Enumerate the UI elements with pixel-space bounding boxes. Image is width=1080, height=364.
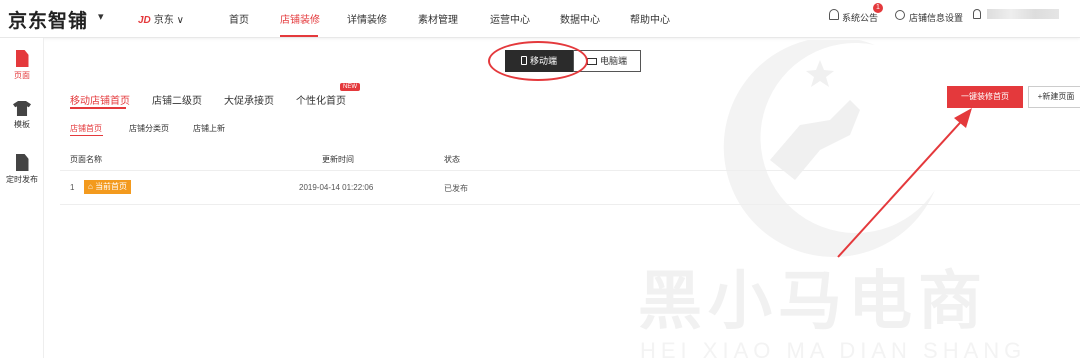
notice-count-badge: 1 xyxy=(873,3,883,13)
nav-home[interactable]: 首页 xyxy=(229,11,249,26)
account-name-redacted[interactable] xyxy=(987,9,1059,19)
jd-logo-icon: JD xyxy=(138,15,151,26)
new-badge: NEW xyxy=(340,83,360,91)
shirt-icon xyxy=(13,101,31,116)
column-header-name: 页面名称 xyxy=(70,155,102,164)
shop-selector[interactable]: JD 京东 ∨ xyxy=(138,11,184,26)
nav-data[interactable]: 数据中心 xyxy=(560,11,600,26)
tab-personalized-home[interactable]: 个性化首页 xyxy=(296,92,346,107)
pc-label: 电脑端 xyxy=(599,56,627,66)
monitor-icon xyxy=(586,58,597,65)
watermark-text: 黑小马电商 xyxy=(638,265,988,337)
shop-name: 京东 ∨ xyxy=(153,15,184,26)
nav-active-indicator xyxy=(280,35,318,37)
column-header-updated: 更新时间 xyxy=(322,155,354,164)
publish-icon xyxy=(15,154,29,171)
tab-promotion-page[interactable]: 大促承接页 xyxy=(224,92,274,107)
shop-settings-link[interactable]: 店铺信息设置 xyxy=(909,11,963,24)
nav-shop-decoration[interactable]: 店铺装修 xyxy=(280,11,320,26)
row-updated-time: 2019-04-14 01:22:06 xyxy=(299,183,374,192)
subtab-category-page[interactable]: 店铺分类页 xyxy=(129,123,169,134)
current-home-label: 当前首页 xyxy=(95,182,128,191)
row-index: 1 xyxy=(70,183,75,192)
new-page-button[interactable]: +新建页面 xyxy=(1028,86,1080,108)
row-status: 已发布 xyxy=(444,184,468,193)
column-header-status: 状态 xyxy=(444,155,460,164)
sidebar-item-page[interactable]: 页面 xyxy=(0,50,44,81)
page-icon xyxy=(15,50,29,67)
subtab-shop-home[interactable]: 店铺首页 xyxy=(70,123,102,134)
annotation-arrow xyxy=(837,108,972,258)
sidebar-item-template[interactable]: 模板 xyxy=(0,101,44,130)
current-home-tag[interactable]: ⌂ 当前首页 xyxy=(84,180,132,194)
sidebar-item-label: 页面 xyxy=(14,71,30,80)
sidebar-item-label: 模板 xyxy=(14,120,30,129)
sidebar-item-label: 定时发布 xyxy=(6,175,38,184)
sidebar: 页面 模板 定时发布 xyxy=(0,38,44,358)
subtab-new-arrivals[interactable]: 店铺上新 xyxy=(193,123,225,134)
nav-help[interactable]: 帮助中心 xyxy=(630,11,670,26)
sidebar-item-scheduled[interactable]: 定时发布 xyxy=(0,154,44,185)
system-notice-link[interactable]: 系统公告 xyxy=(842,11,878,24)
user-icon[interactable] xyxy=(973,9,981,19)
tab-secondary-page[interactable]: 店铺二级页 xyxy=(152,92,202,107)
home-icon: ⌂ xyxy=(88,182,96,191)
nav-detail-decoration[interactable]: 详情装修 xyxy=(347,11,387,26)
gear-icon[interactable] xyxy=(895,10,905,20)
subtab-active-indicator xyxy=(70,135,103,136)
tab-active-indicator xyxy=(70,107,126,109)
tab-mobile-home[interactable]: 移动店铺首页 xyxy=(70,92,130,107)
highlight-ellipse xyxy=(488,41,588,81)
nav-operations[interactable]: 运营中心 xyxy=(490,11,530,26)
nav-material[interactable]: 素材管理 xyxy=(418,11,458,26)
top-bar: 京东智铺 ▾ JD 京东 ∨ 首页 店铺装修 详情装修 素材管理 运营中心 数据中… xyxy=(0,0,1080,38)
logo[interactable]: 京东智铺 xyxy=(8,6,88,33)
watermark-subtext: HEI XIAO MA DIAN SHANG xyxy=(640,338,1027,363)
bell-icon[interactable] xyxy=(829,9,839,20)
chevron-down-icon[interactable]: ▾ xyxy=(98,10,104,23)
